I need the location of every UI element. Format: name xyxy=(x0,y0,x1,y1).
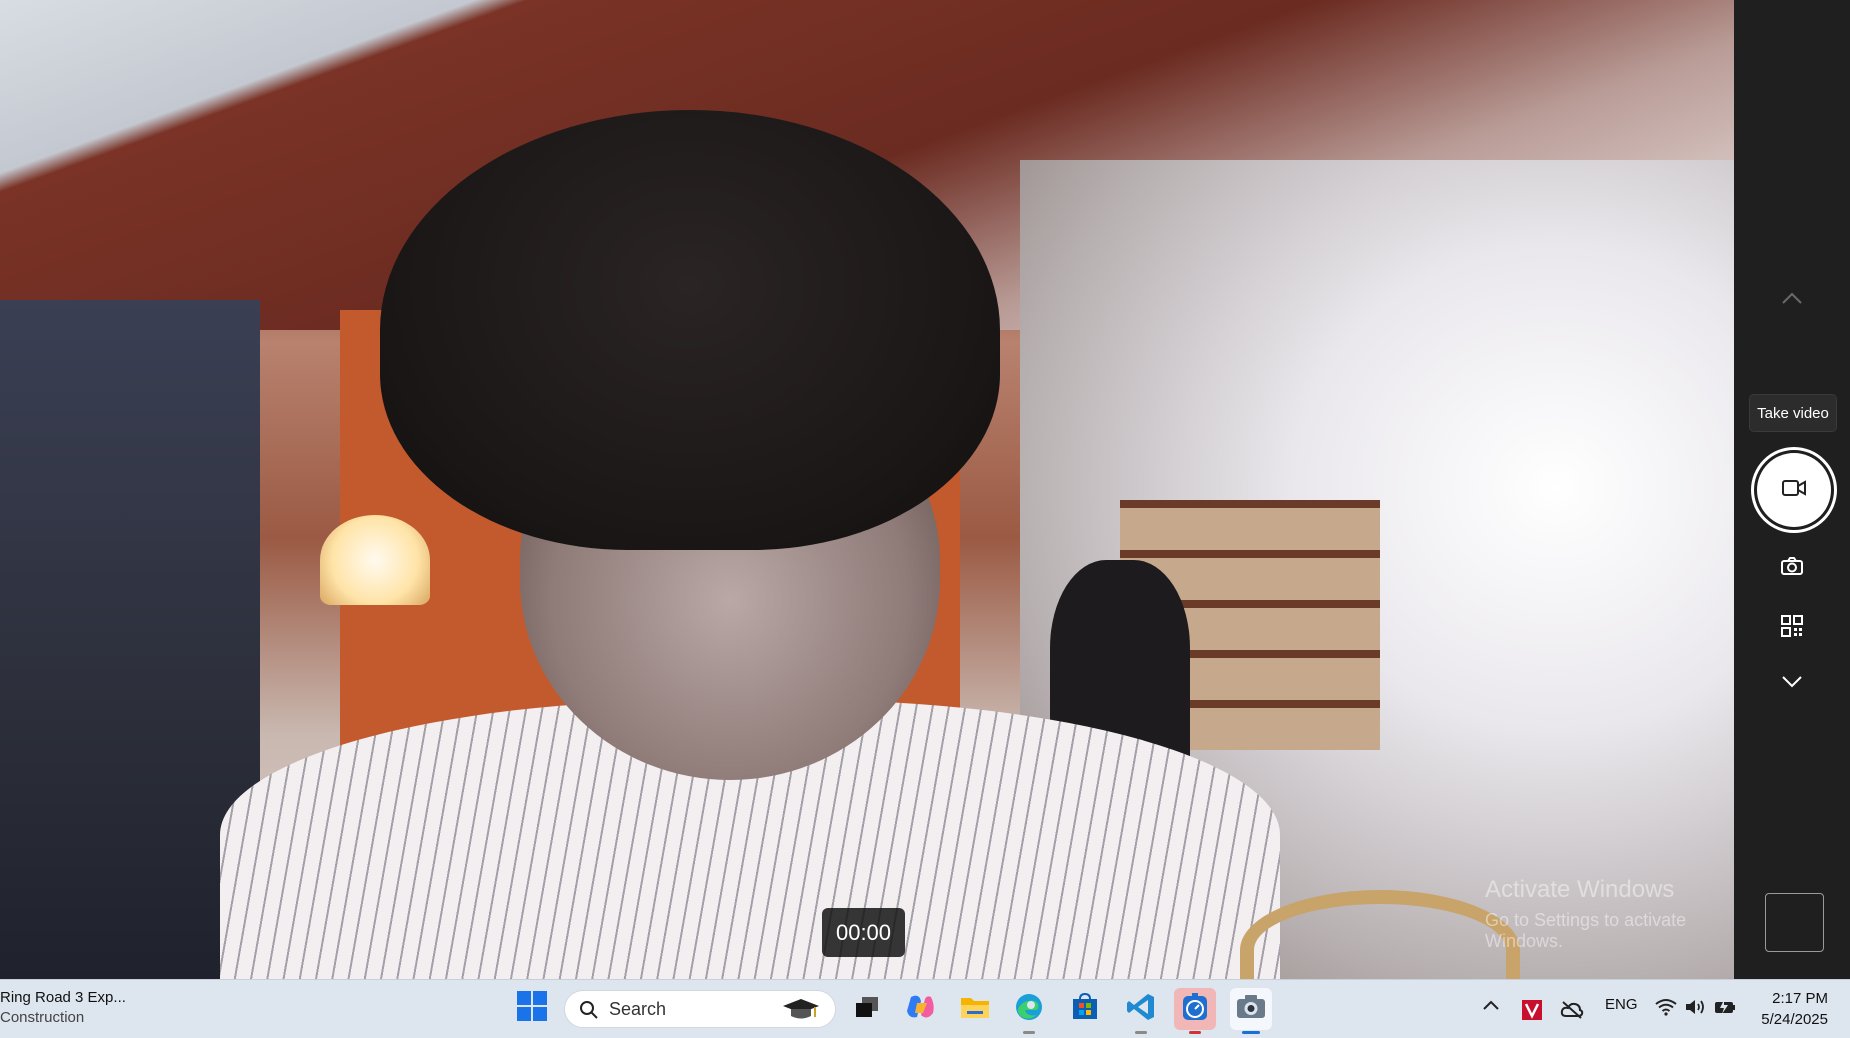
camera-app-icon xyxy=(1235,993,1267,1026)
recording-timer: 00:00 xyxy=(822,908,905,957)
store-icon xyxy=(1070,992,1100,1027)
volume-icon[interactable] xyxy=(1684,998,1706,1020)
cloud-offline-icon[interactable] xyxy=(1560,1000,1584,1024)
watermark-subtitle: Go to Settings to activate Windows. xyxy=(1485,910,1687,951)
microsoft-store-app[interactable] xyxy=(1064,988,1106,1030)
activate-windows-watermark: Activate Windows Go to Settings to activ… xyxy=(1485,876,1734,952)
recording-app[interactable] xyxy=(1174,988,1216,1034)
take-video-tooltip: Take video xyxy=(1749,394,1837,432)
video-icon xyxy=(1781,478,1807,503)
edge-browser-icon xyxy=(1013,991,1045,1028)
camera-app[interactable] xyxy=(1230,988,1272,1034)
antivirus-tray-icon[interactable] xyxy=(1521,999,1543,1025)
task-view-icon xyxy=(853,995,881,1024)
running-indicator xyxy=(1023,1031,1035,1034)
weather-subline: Construction xyxy=(0,1009,85,1026)
copilot-icon xyxy=(905,993,937,1026)
start-button[interactable] xyxy=(514,988,550,1024)
search-label: Search xyxy=(609,998,667,1019)
clock-date: 5/24/2025 xyxy=(1761,1011,1828,1028)
edge-app[interactable] xyxy=(1008,988,1050,1034)
folder-icon xyxy=(959,994,991,1025)
weather-headline: Ring Road 3 Exp... xyxy=(0,989,126,1006)
photo-mode-button[interactable] xyxy=(1770,546,1814,590)
scene-hair xyxy=(380,110,1000,550)
search-icon xyxy=(579,1000,599,1025)
weather-widget[interactable]: Ring Road 3 Exp... Construction xyxy=(0,988,126,1028)
scene-lamp xyxy=(320,515,430,605)
language-indicator[interactable]: ENG xyxy=(1605,996,1638,1013)
system-clock[interactable]: 2:17 PM 5/24/2025 xyxy=(1740,988,1850,1030)
chevron-up-tray-icon[interactable] xyxy=(1482,998,1500,1015)
vscode-icon xyxy=(1126,992,1156,1027)
camera-icon xyxy=(1780,556,1804,581)
qr-scan-button[interactable] xyxy=(1770,606,1814,650)
chevron-down-icon[interactable] xyxy=(1770,660,1814,704)
stopwatch-icon xyxy=(1181,992,1209,1027)
take-video-button[interactable] xyxy=(1751,447,1837,533)
camera-preview: Activate Windows Go to Settings to activ… xyxy=(0,0,1734,979)
battery-charging-icon[interactable] xyxy=(1714,999,1736,1019)
clock-time: 2:17 PM xyxy=(1772,990,1828,1007)
graduation-cap-icon xyxy=(781,997,821,1028)
windows-logo-icon xyxy=(514,991,550,1028)
qr-code-icon xyxy=(1781,614,1803,642)
active-indicator xyxy=(1242,1031,1260,1034)
task-view-button[interactable] xyxy=(846,988,888,1030)
vscode-app[interactable] xyxy=(1120,988,1162,1034)
chevron-up-icon[interactable] xyxy=(1770,276,1814,320)
watermark-title: Activate Windows xyxy=(1485,876,1675,903)
copilot-app[interactable] xyxy=(900,988,942,1030)
running-indicator xyxy=(1135,1031,1147,1034)
file-explorer-app[interactable] xyxy=(954,988,996,1030)
recording-indicator xyxy=(1189,1031,1201,1034)
wifi-icon[interactable] xyxy=(1655,998,1677,1020)
taskbar-search[interactable]: Search xyxy=(564,990,836,1028)
last-capture-thumbnail[interactable] xyxy=(1765,893,1824,952)
